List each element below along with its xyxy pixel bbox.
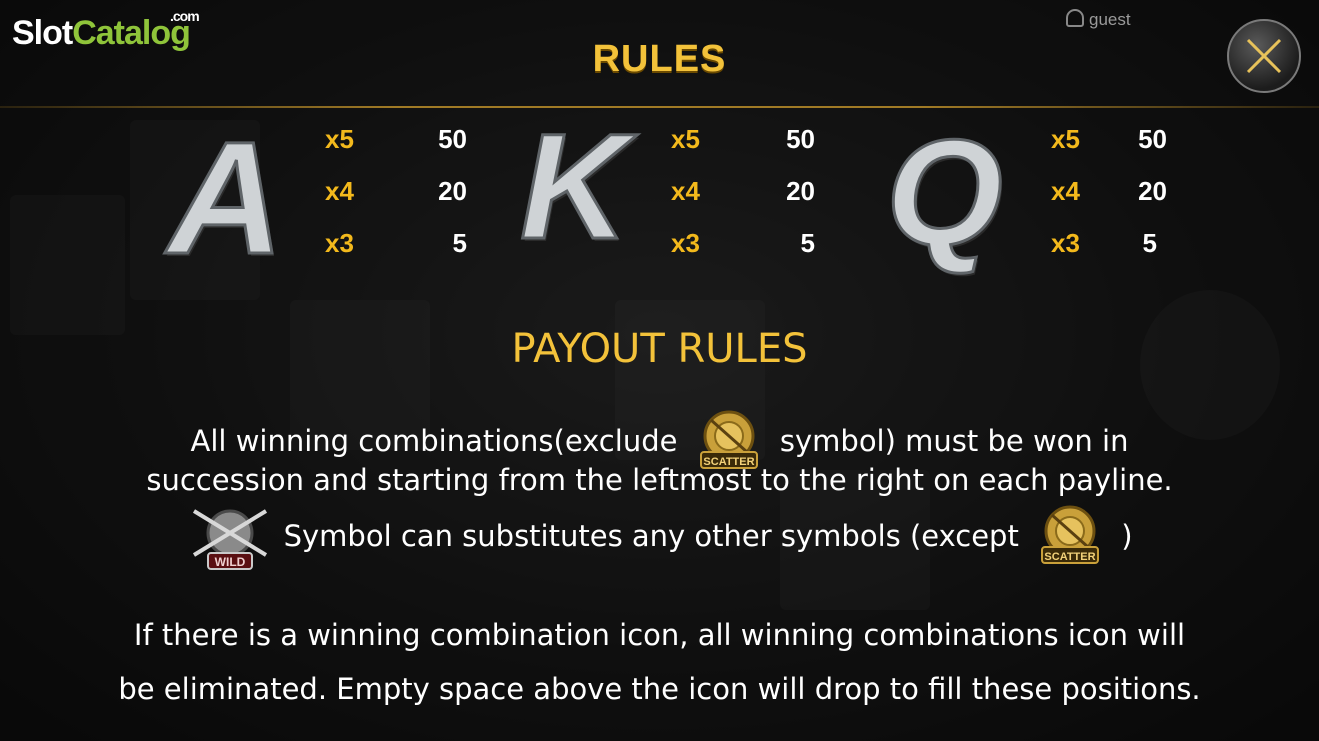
user-name: guest (1089, 10, 1131, 29)
payout-rules-heading: PAYOUT RULES (511, 326, 808, 372)
multiplier: x4 (671, 176, 700, 206)
user-icon (1066, 9, 1084, 27)
symbol-k-icon: K (518, 101, 629, 272)
rule-line-2: succession and starting from the leftmos… (146, 463, 1173, 497)
rule-text: Symbol can substitutes any other symbols… (283, 519, 1019, 553)
rule-line-4: If there is a winning combination icon, … (133, 618, 1186, 652)
close-button[interactable] (1227, 19, 1301, 93)
watermark-part3: .com (170, 8, 200, 24)
close-x-icon (1246, 38, 1282, 74)
rules-title: RULES (592, 38, 727, 80)
symbol-a-icon: A (167, 107, 286, 289)
svg-text:SCATTER: SCATTER (1044, 551, 1095, 563)
rule-text: All winning combinations(exclude (190, 424, 678, 458)
wild-crossed-rifles-icon: WILD (193, 509, 268, 570)
rule-text: symbol) must be won in (779, 424, 1129, 458)
multiplier: x3 (325, 228, 354, 258)
scatter-medal-icon: SCATTER (1041, 505, 1100, 564)
payout-value: 5 (1142, 228, 1157, 258)
payout-value: 50 (786, 124, 815, 154)
multiplier: x3 (671, 228, 700, 258)
multiplier: x3 (1051, 228, 1080, 258)
multiplier: x5 (671, 124, 700, 154)
payout-value: 50 (438, 124, 467, 154)
payout-value: 50 (1138, 124, 1167, 154)
multiplier: x5 (1051, 124, 1080, 154)
symbol-q-icon: Q (885, 107, 1005, 278)
multiplier: x4 (325, 176, 354, 206)
payout-value: 20 (1138, 176, 1167, 206)
rule-line-3: WILD Symbol can substitutes any other sy… (0, 503, 1319, 573)
user-indicator: guest (1066, 9, 1131, 30)
rule-line-5: be eliminated. Empty space above the ico… (118, 672, 1201, 706)
svg-text:WILD: WILD (215, 555, 246, 569)
payout-value: 5 (452, 228, 467, 258)
multiplier: x5 (325, 124, 354, 154)
multiplier: x4 (1051, 176, 1080, 206)
payout-value: 20 (438, 176, 467, 206)
rule-text: ) (1121, 519, 1133, 553)
payout-value: 20 (786, 176, 815, 206)
payout-value: 5 (800, 228, 815, 258)
